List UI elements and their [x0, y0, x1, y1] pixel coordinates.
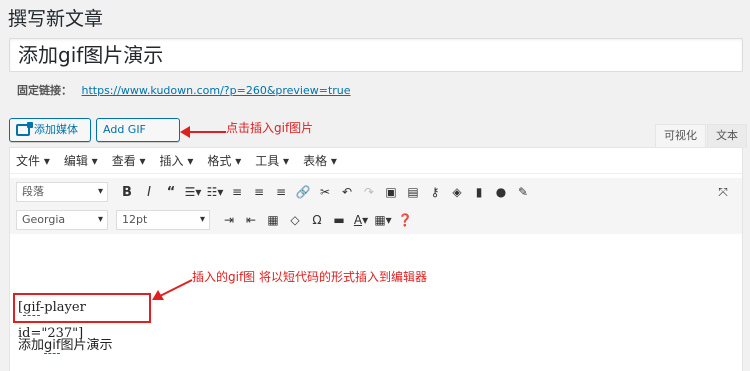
tab-text[interactable]: 文本 — [707, 124, 747, 148]
text-color-icon[interactable]: A▾ — [350, 213, 372, 227]
body-text-word: gif — [44, 338, 61, 354]
link-icon[interactable]: 🔗 — [292, 185, 314, 199]
tab-visual[interactable]: 可视化 — [655, 124, 706, 148]
fullscreen-icon[interactable]: ⤧ — [712, 185, 734, 200]
menu-insert[interactable]: 插入 ▾ — [160, 152, 194, 169]
permalink-label: 固定链接： — [17, 84, 72, 97]
comment-icon[interactable]: ▮ — [468, 185, 490, 199]
editor-area: 文件 ▾ 编辑 ▾ 查看 ▾ 插入 ▾ 格式 ▾ 工具 ▾ 表格 ▾ 段落 B … — [9, 147, 743, 371]
pin-icon[interactable]: ✎ — [512, 185, 534, 199]
align-right-icon[interactable]: ≡ — [270, 185, 292, 199]
toolbar-toggle-icon[interactable]: ▣ — [380, 185, 402, 199]
menu-format[interactable]: 格式 ▾ — [207, 152, 241, 169]
menu-table[interactable]: 表格 ▾ — [303, 152, 337, 169]
bold-icon[interactable]: B — [116, 185, 138, 200]
blockquote-icon[interactable]: “ — [160, 185, 182, 200]
shortcode-word: gif — [23, 300, 40, 316]
insert-image-icon[interactable]: ▤ — [402, 185, 424, 199]
toolbar-row-1: 段落 B I “ ☰▾ ☷▾ ≡ ≡ ≡ 🔗 ✂ ↶ ↷ ▣ ▤ ⚷ ◈ ▮ ●… — [10, 178, 742, 206]
editor-menubar: 文件 ▾ 编辑 ▾ 查看 ▾ 插入 ▾ 格式 ▾ 工具 ▾ 表格 ▾ — [10, 148, 742, 174]
key-icon[interactable]: ⚷ — [424, 185, 446, 199]
permalink: 固定链接： https://www.kudown.com/?p=260&prev… — [17, 82, 351, 98]
font-family-select[interactable]: Georgia — [16, 210, 108, 230]
permalink-link[interactable]: https://www.kudown.com/?p=260&preview=tr… — [82, 84, 351, 97]
shield-icon[interactable]: ◈ — [446, 185, 468, 199]
numbered-list-icon[interactable]: ☷▾ — [204, 185, 226, 199]
menu-tools[interactable]: 工具 ▾ — [255, 152, 289, 169]
toolbar-row-2: Georgia 12pt ⇥ ⇤ ▦ ◇ Ω ▬ A▾ ▦▾ ❓ — [10, 206, 742, 234]
menu-view[interactable]: 查看 ▾ — [112, 152, 146, 169]
undo-icon[interactable]: ↶ — [336, 185, 358, 199]
hr-icon[interactable]: ▬ — [328, 213, 350, 227]
body-text-rest: 图片演示 — [60, 338, 113, 353]
outdent-icon[interactable]: ⇤ — [240, 213, 262, 227]
annotation-shortcode: 插入的gif图 将以短代码的形式插入到编辑器 — [192, 270, 427, 284]
page-title: 撰写新文章 — [8, 8, 104, 30]
body-text: 添加gif图片演示 — [18, 334, 113, 354]
table-icon[interactable]: ▦▾ — [372, 213, 394, 227]
menu-edit[interactable]: 编辑 ▾ — [64, 152, 98, 169]
help-icon[interactable]: ❓ — [394, 213, 416, 227]
font-size-select[interactable]: 12pt — [116, 210, 210, 230]
special-char-icon[interactable]: Ω — [306, 213, 328, 227]
add-media-button[interactable]: 添加媒体 — [9, 118, 91, 142]
body-text-prefix: 添加 — [18, 338, 45, 353]
annotation-gif-button: 点击插入gif图片 — [226, 121, 314, 135]
add-gif-player-button[interactable]: Add GIF Player — [96, 118, 180, 158]
annotation-arrow-shortcode — [152, 279, 193, 300]
paste-text-icon[interactable]: ▦ — [262, 213, 284, 227]
media-icon — [16, 122, 33, 136]
align-center-icon[interactable]: ≡ — [248, 185, 270, 199]
unlink-icon[interactable]: ✂ — [314, 185, 336, 199]
redo-icon[interactable]: ↷ — [358, 185, 380, 199]
bullet-list-icon[interactable]: ☰▾ — [182, 185, 204, 199]
editor-page: 撰写新文章 添加gif图片演示 固定链接： https://www.kudown… — [0, 0, 750, 371]
annotation-arrow-gif-button — [180, 126, 226, 138]
format-select[interactable]: 段落 — [16, 182, 108, 202]
clear-format-icon[interactable]: ◇ — [284, 213, 306, 227]
user-icon[interactable]: ● — [490, 185, 512, 199]
align-left-icon[interactable]: ≡ — [226, 185, 248, 199]
post-title-input[interactable]: 添加gif图片演示 — [9, 38, 743, 72]
italic-icon[interactable]: I — [138, 185, 160, 200]
indent-icon[interactable]: ⇥ — [218, 213, 240, 227]
menu-file[interactable]: 文件 ▾ — [16, 152, 50, 169]
add-media-label: 添加媒体 — [34, 123, 78, 136]
gif-shortcode: [gif-player id="237"] — [13, 293, 151, 341]
